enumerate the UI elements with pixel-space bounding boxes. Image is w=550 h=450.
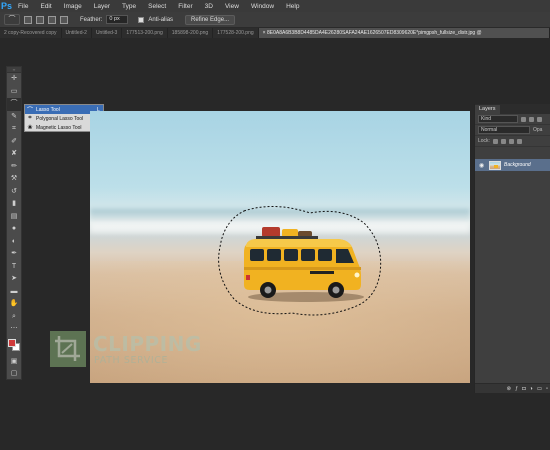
menu-3d[interactable]: 3D <box>199 3 219 10</box>
flyout-item-label: Magnetic Lasso Tool <box>36 124 82 131</box>
healing-tool-icon[interactable]: ✘ <box>7 148 21 161</box>
filter-pixel-icon[interactable] <box>521 116 526 122</box>
tool-preset-picker[interactable]: ⌒ <box>4 14 20 25</box>
lock-row: Lock: <box>475 136 550 147</box>
marquee-tool-icon[interactable]: ▭ <box>7 86 21 99</box>
lasso-icon: ⌒ <box>27 108 34 114</box>
tab-document[interactable]: 2 copy-Recovered copy <box>0 28 62 38</box>
screen-mode-icon[interactable]: ▢ <box>7 368 21 381</box>
flyout-item-label: Polygonal Lasso Tool <box>36 115 84 122</box>
lock-pixels-icon[interactable] <box>500 138 506 144</box>
hand-tool-icon[interactable]: ✋ <box>7 298 21 311</box>
photoshop-logo: Ps <box>1 1 13 11</box>
menu-help[interactable]: Help <box>280 3 305 10</box>
folder-icon[interactable]: ▭ <box>537 386 542 392</box>
feather-label: Feather: <box>80 16 103 23</box>
tab-layers[interactable]: Layers <box>475 105 500 114</box>
lock-all-icon[interactable] <box>516 138 522 144</box>
clone-stamp-tool-icon[interactable]: ⚒ <box>7 173 21 186</box>
crop-tool-icon[interactable]: ⌗ <box>7 123 21 136</box>
mask-icon[interactable]: ◘ <box>522 386 525 392</box>
layer-kind-filter[interactable]: Kind <box>478 115 518 123</box>
flyout-item-label: Lasso Tool <box>36 106 60 113</box>
menu-type[interactable]: Type <box>116 3 142 10</box>
layer-filter-row: Kind <box>475 114 550 125</box>
dodge-tool-icon[interactable]: ◐ <box>7 236 21 249</box>
link-icon[interactable]: ⊗ <box>507 386 512 392</box>
magnetic-lasso-icon: ❀ <box>27 125 33 131</box>
adjustment-icon[interactable]: ◑ <box>530 386 533 392</box>
color-swatches <box>7 338 21 354</box>
lock-position-icon[interactable] <box>508 138 514 144</box>
layer-name: Background <box>504 162 531 168</box>
tab-document[interactable]: 177513-200.png <box>122 28 168 38</box>
subtract-from-selection-icon[interactable] <box>48 15 56 24</box>
opacity-label: Opa <box>533 127 543 133</box>
menu-file[interactable]: File <box>12 3 34 10</box>
eye-icon[interactable]: ◉ <box>479 162 486 169</box>
pen-tool-icon[interactable]: ✒ <box>7 248 21 261</box>
lasso-tool-icon[interactable]: ⌒ <box>7 98 21 111</box>
gradient-tool-icon[interactable]: ▤ <box>7 211 21 224</box>
eraser-tool-icon[interactable]: ▮ <box>7 198 21 211</box>
crop-logo-icon <box>50 331 86 367</box>
intersect-selection-icon[interactable] <box>60 15 68 24</box>
watermark-title: CLIPPING <box>93 332 202 356</box>
menu-image[interactable]: Image <box>58 3 88 10</box>
anti-alias-label: Anti-alias <box>148 16 174 23</box>
path-select-tool-icon[interactable]: ➤ <box>7 273 21 286</box>
shape-tool-icon[interactable]: ▬ <box>7 286 21 299</box>
history-brush-tool-icon[interactable]: ↺ <box>7 186 21 199</box>
tab-document[interactable]: Untitled-3 <box>92 28 123 38</box>
menu-select[interactable]: Select <box>142 3 172 10</box>
menu-filter[interactable]: Filter <box>172 3 198 10</box>
type-tool-icon[interactable]: T <box>7 261 21 274</box>
menu-edit[interactable]: Edit <box>34 3 57 10</box>
tab-document-active[interactable]: × 8E0A8A6B3B8D4485DA4E26280SAFA24AE16265… <box>258 28 550 38</box>
anti-alias-checkbox[interactable] <box>138 16 145 23</box>
move-tool-icon[interactable]: ✛ <box>7 73 21 86</box>
lasso-selection-outline <box>218 205 382 316</box>
tab-document[interactable]: 177528-200.png <box>213 28 259 38</box>
menu-window[interactable]: Window <box>245 3 280 10</box>
tab-document[interactable]: Untitled-2 <box>62 28 92 38</box>
more-tools-icon[interactable]: ⋯ <box>7 323 21 336</box>
fx-icon[interactable]: ƒ <box>515 386 518 392</box>
zoom-tool-icon[interactable]: ⌕ <box>7 311 21 324</box>
lasso-icon: ⌒ <box>8 16 16 23</box>
new-selection-icon[interactable] <box>24 15 32 24</box>
menu-view[interactable]: View <box>219 3 245 10</box>
layer-row-background[interactable]: ◉ Background <box>475 159 550 171</box>
lock-transparency-icon[interactable] <box>492 138 498 144</box>
add-to-selection-icon[interactable] <box>36 15 44 24</box>
document-tab-bar: 2 copy-Recovered copy Untitled-2 Untitle… <box>0 28 550 38</box>
blur-tool-icon[interactable]: ● <box>7 223 21 236</box>
layer-thumbnail <box>489 160 501 170</box>
menu-bar: Ps File Edit Image Layer Type Select Fil… <box>0 0 550 12</box>
blend-mode-row: Normal Opa <box>475 125 550 136</box>
foreground-color-swatch[interactable] <box>8 338 16 347</box>
options-bar: ⌒ Feather: 0 px Anti-alias Refine Edge..… <box>0 12 550 28</box>
layers-panel-footer: ⊗ ƒ ◘ ◑ ▭ ▫ <box>475 383 550 393</box>
menu-layer[interactable]: Layer <box>88 3 116 10</box>
watermark: CLIPPING PATH SERVICE <box>50 331 201 369</box>
quick-select-tool-icon[interactable]: ✎ <box>7 111 21 124</box>
filter-type-icon[interactable] <box>537 116 542 122</box>
layers-panel: Layers Kind Normal Opa Lock: ◉ Backgroun… <box>474 104 550 393</box>
refine-edge-button[interactable]: Refine Edge... <box>185 14 236 25</box>
feather-input[interactable]: 0 px <box>106 15 129 24</box>
polygonal-lasso-icon: ⌗ <box>28 115 32 121</box>
lock-label: Lock: <box>478 138 490 144</box>
brush-tool-icon[interactable]: ✏ <box>7 161 21 174</box>
blend-mode-select[interactable]: Normal <box>478 126 530 134</box>
layers-panel-header: Layers <box>475 104 550 114</box>
filter-adjustment-icon[interactable] <box>529 116 534 122</box>
eyedropper-tool-icon[interactable]: ✐ <box>7 136 21 149</box>
quick-mask-icon[interactable]: ▣ <box>7 356 21 369</box>
new-layer-icon[interactable]: ▫ <box>546 386 548 392</box>
toolbox: ›› ✛ ▭ ⌒ ✎ ⌗ ✐ ✘ ✏ ⚒ ↺ ▮ ▤ ● ◐ ✒ T ➤ ▬ ✋… <box>6 66 22 380</box>
tab-document[interactable]: 185898-200.png <box>168 28 214 38</box>
watermark-subtitle: PATH SERVICE <box>94 355 169 366</box>
